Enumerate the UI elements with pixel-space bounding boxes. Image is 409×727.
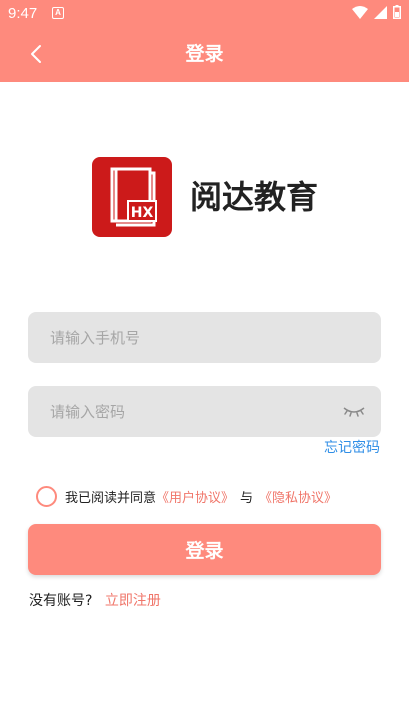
notification-icon: A [52, 7, 64, 19]
register-prompt: 没有账号? [29, 593, 93, 609]
user-agreement-link[interactable]: 《用户协议》 [156, 487, 234, 506]
agreement-checkbox[interactable] [36, 485, 57, 507]
battery-icon [393, 5, 401, 19]
app-logo: HX [92, 157, 172, 237]
privacy-policy-link[interactable]: 《隐私协议》 [259, 487, 337, 506]
eye-closed-icon[interactable] [343, 404, 365, 418]
wifi-icon [352, 5, 368, 19]
logo-text: HX [131, 205, 154, 221]
status-icons [352, 5, 401, 19]
status-bar: 9:47 A [0, 0, 409, 28]
register-row: 没有账号? 立即注册 [29, 591, 161, 611]
password-field [28, 386, 381, 437]
agreement-row: 我已阅读并同意 《用户协议》 与 《隐私协议》 [36, 485, 337, 507]
password-input[interactable] [28, 386, 381, 437]
login-button[interactable]: 登录 [28, 524, 381, 575]
app-name: 阅达教育 [190, 178, 319, 216]
cellular-signal-icon [374, 5, 387, 19]
register-link[interactable]: 立即注册 [105, 593, 161, 609]
agreement-prefix: 我已阅读并同意 [65, 490, 157, 506]
book-icon: HX [110, 167, 157, 227]
forgot-password-link[interactable]: 忘记密码 [324, 439, 380, 457]
status-time: 9:47 [8, 5, 38, 22]
agreement-separator: 与 [240, 490, 254, 506]
page-title: 登录 [185, 43, 224, 65]
phone-field [28, 312, 381, 363]
phone-input[interactable] [28, 312, 381, 363]
